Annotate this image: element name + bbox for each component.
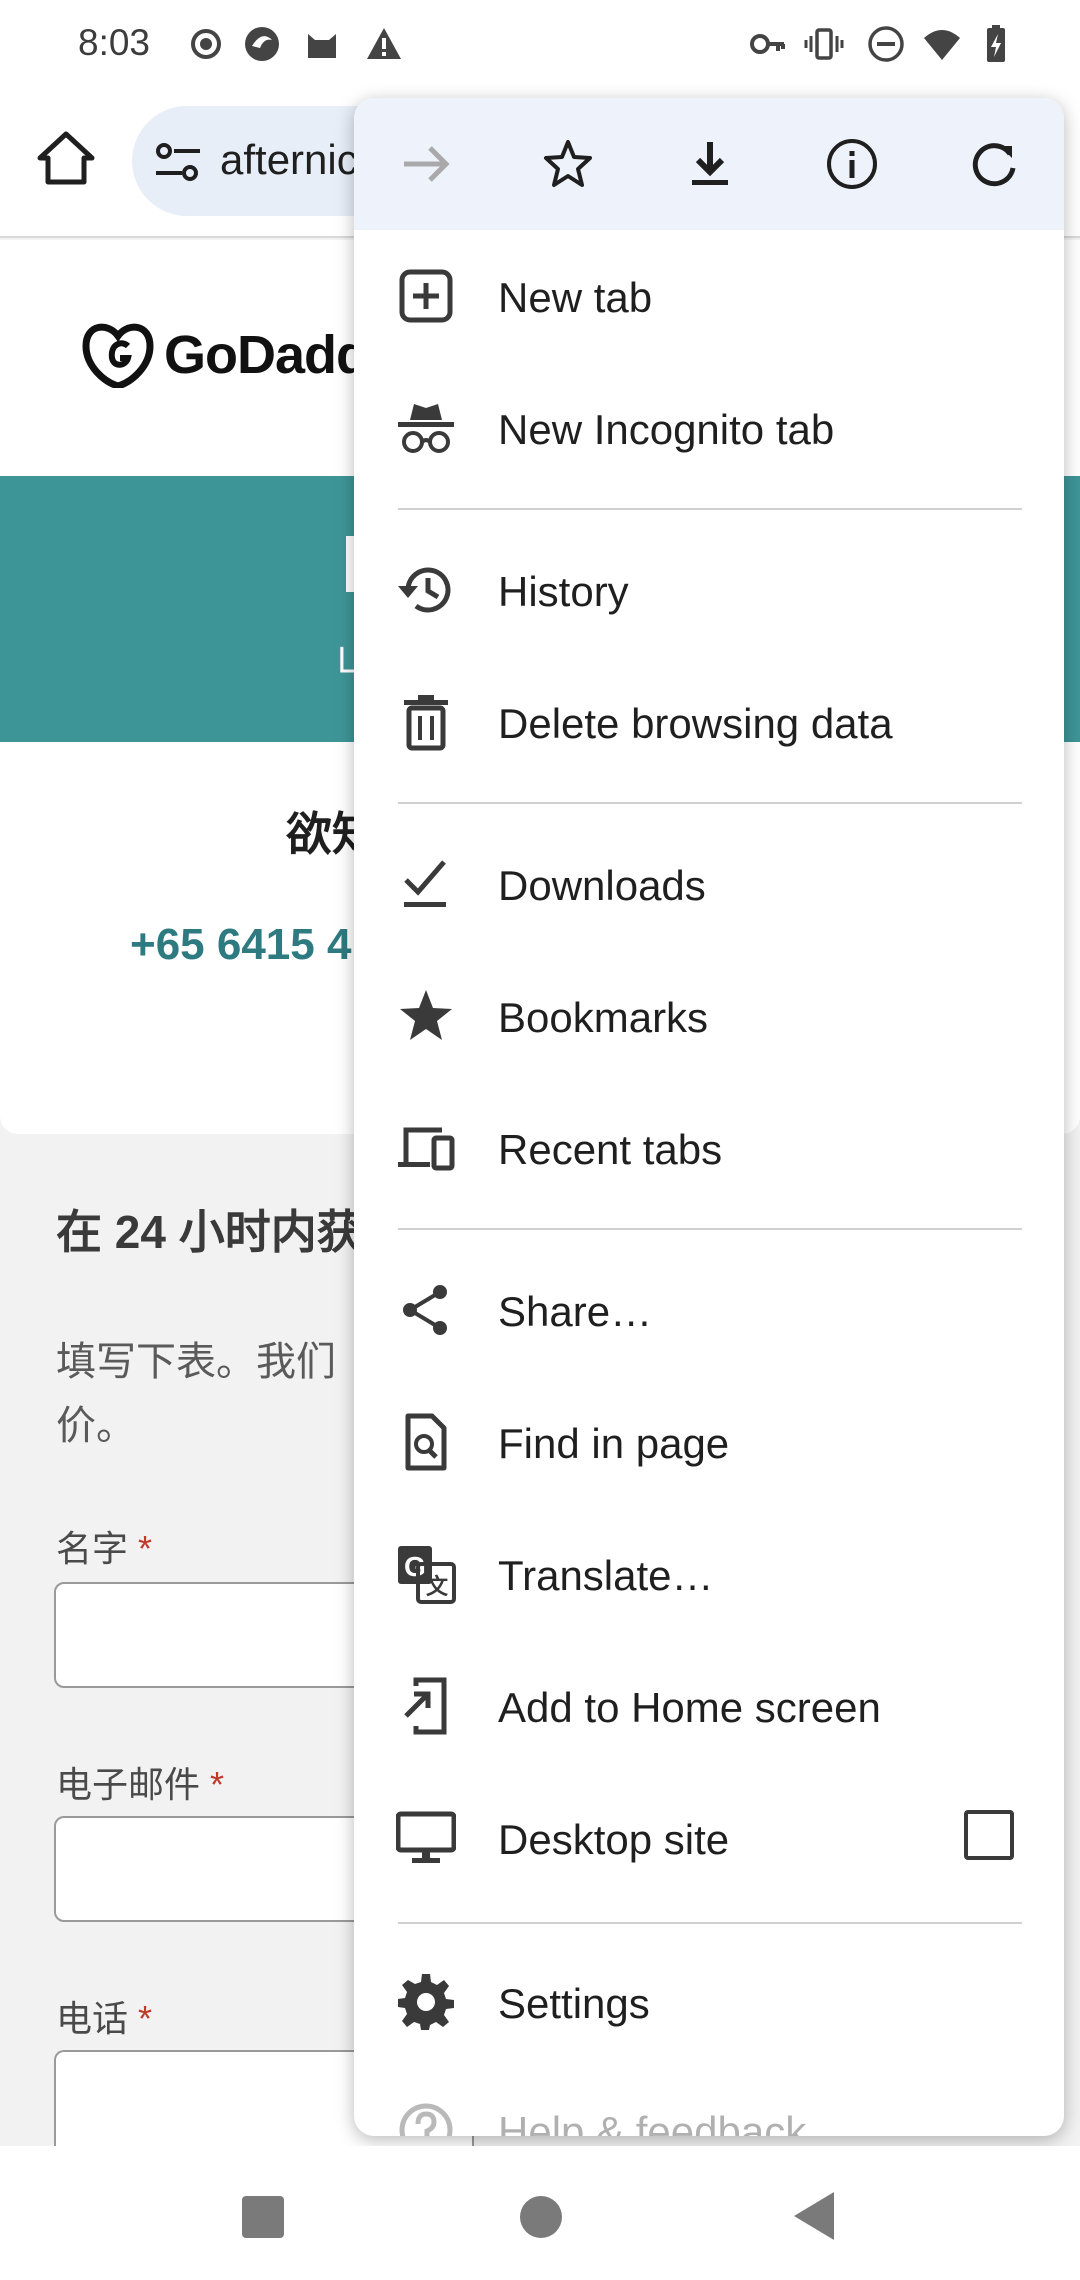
card-phone[interactable]: +65 6415 4 [130, 920, 351, 970]
godaddy-logo[interactable] [82, 322, 154, 388]
menu-item-add-to-home-screen[interactable]: Add to Home screen [354, 1640, 1064, 1772]
menu-item-find-in-page[interactable]: Find in page [354, 1376, 1064, 1508]
translate-icon: G文 [398, 1546, 456, 1604]
menu-item-new-tab[interactable]: New tab [354, 230, 1064, 362]
field-label-name: 名字 * [56, 1528, 153, 1569]
history-icon [398, 567, 451, 613]
warning-icon [367, 28, 401, 59]
key-icon [750, 34, 785, 54]
svg-text:G: G [404, 1551, 426, 1582]
svg-text:文: 文 [426, 1574, 449, 1600]
menu-item-label: Delete browsing data [498, 700, 893, 747]
menu-item-label: Bookmarks [498, 994, 709, 1041]
app-icon [245, 27, 279, 61]
menu-item-label: New tab [498, 274, 653, 321]
incognito-icon [398, 404, 454, 453]
bookmark-star-icon[interactable] [540, 136, 596, 192]
menu-item-recent-tabs[interactable]: Recent tabs [354, 1082, 1064, 1214]
vibrate-icon [804, 28, 844, 60]
tune-icon[interactable] [154, 141, 202, 183]
status-bar: 8:03 [0, 0, 1080, 88]
battery-icon [987, 25, 1005, 62]
menu-item-bookmarks[interactable]: Bookmarks [354, 950, 1064, 1082]
menu-item-label: Recent tabs [498, 1126, 723, 1173]
gear-icon [398, 1974, 454, 2030]
desktop-icon [396, 1811, 456, 1863]
info-icon[interactable] [824, 136, 880, 192]
menu-item-history[interactable]: History [354, 524, 1064, 656]
menu-divider [398, 508, 1022, 510]
menu-item-label: Add to Home screen [498, 1684, 881, 1731]
menu-item-downloads[interactable]: Downloads [354, 818, 1064, 950]
find-in-page-icon [405, 1413, 447, 1471]
dnd-icon [868, 26, 904, 62]
menu-item-label: Downloads [498, 862, 706, 909]
forward-icon[interactable] [398, 136, 454, 192]
menu-item-translate[interactable]: G文 Translate… [354, 1508, 1064, 1640]
menu-item-label: Help & feedback [498, 2108, 807, 2136]
overflow-menu: New tab New Incognito tab History Delete… [354, 98, 1064, 2136]
devices-icon [398, 1127, 455, 1171]
desktop-site-checkbox[interactable] [964, 1810, 1014, 1860]
share-icon [403, 1285, 447, 1335]
menu-item-label: Share… [498, 1288, 653, 1335]
menu-item-label: History [498, 568, 629, 615]
star-icon [400, 990, 452, 1040]
menu-item-label: Find in page [498, 1420, 730, 1467]
menu-item-delete-browsing-data[interactable]: Delete browsing data [354, 656, 1064, 788]
field-label-email: 电子邮件 * [56, 1764, 225, 1805]
menu-item-desktop-site[interactable]: Desktop site [354, 1772, 1064, 1904]
form-title: 在 24 小时内获 [56, 1206, 363, 1258]
new-tab-icon [399, 269, 453, 323]
download-icon[interactable] [682, 136, 738, 192]
url-text[interactable]: afternic [220, 136, 358, 184]
recents-square-icon[interactable] [242, 2196, 284, 2238]
menu-item-settings[interactable]: Settings [354, 1936, 1064, 2068]
cat-icon [308, 34, 336, 58]
help-icon [399, 2103, 453, 2136]
form-description: 填写下表。我们价。 [56, 1340, 336, 1448]
home-icon[interactable] [36, 128, 96, 188]
back-triangle-icon[interactable] [794, 2192, 834, 2240]
menu-item-share[interactable]: Share… [354, 1244, 1064, 1376]
add-to-home-icon [404, 1677, 447, 1735]
menu-item-help-feedback[interactable]: Help & feedback [354, 2064, 1064, 2136]
status-time: 8:03 [78, 22, 151, 63]
system-nav-bar [0, 2146, 1080, 2280]
menu-item-new-incognito-tab[interactable]: New Incognito tab [354, 362, 1064, 494]
menu-item-label: New Incognito tab [498, 406, 835, 453]
menu-divider [398, 1228, 1022, 1230]
menu-divider [398, 1922, 1022, 1924]
downloads-check-icon [404, 860, 446, 907]
record-icon [191, 29, 221, 59]
home-circle-icon[interactable] [520, 2196, 562, 2238]
menu-item-label: Translate… [498, 1552, 714, 1599]
logo-text: GoDadd [164, 325, 369, 385]
field-label-phone: 电话 * [56, 1998, 153, 2039]
menu-item-label: Settings [498, 1980, 650, 2027]
trash-icon [404, 695, 448, 751]
menu-item-label: Desktop site [498, 1816, 730, 1863]
menu-divider [398, 802, 1022, 804]
wifi-icon [924, 30, 960, 60]
reload-icon[interactable] [966, 136, 1022, 192]
menu-action-bar [354, 98, 1064, 230]
